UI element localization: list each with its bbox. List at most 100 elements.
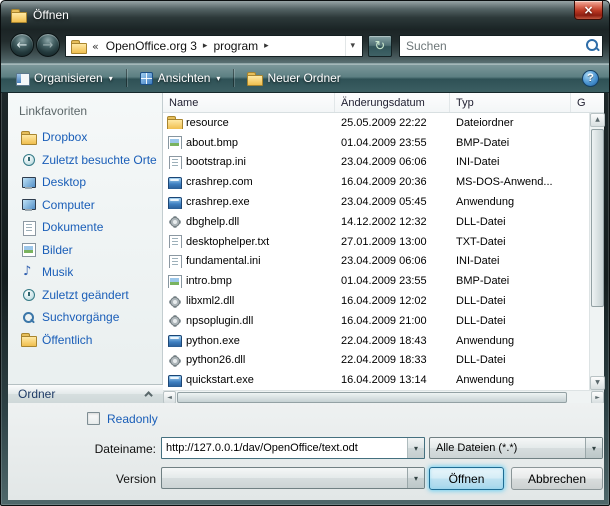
file-date: 14.12.2002 12:32 bbox=[335, 216, 450, 228]
filename-dropdown-button[interactable]: ▾ bbox=[407, 438, 424, 458]
file-date: 25.05.2009 22:22 bbox=[335, 117, 450, 129]
file-type: INI-Datei bbox=[450, 156, 571, 168]
organize-icon bbox=[15, 72, 29, 85]
folder-icon[interactable] bbox=[71, 40, 86, 53]
scroll-down-button[interactable]: ▼ bbox=[590, 376, 605, 390]
horizontal-scrollbar[interactable]: ◄ ► bbox=[163, 390, 604, 403]
table-row[interactable]: dbghelp.dll 14.12.2002 12:32 DLL-Datei bbox=[163, 212, 589, 232]
cancel-button[interactable]: Abbrechen bbox=[511, 467, 603, 490]
titlebar[interactable]: Öffnen × bbox=[1, 1, 609, 29]
filetype-combobox[interactable]: Alle Dateien (*.*) ▾ bbox=[429, 437, 603, 459]
dll-file-icon bbox=[167, 354, 182, 367]
open-button[interactable]: Öffnen bbox=[429, 467, 504, 490]
filename-combobox[interactable]: ▾ bbox=[161, 437, 425, 459]
table-row[interactable]: fundamental.ini 23.04.2009 06:06 INI-Dat… bbox=[163, 252, 589, 272]
file-date: 23.04.2009 06:06 bbox=[335, 255, 450, 267]
scroll-up-button[interactable]: ▲ bbox=[590, 113, 605, 127]
column-header-date[interactable]: Änderungsdatum bbox=[335, 93, 450, 112]
breadcrumb-item-program[interactable]: program bbox=[209, 39, 262, 53]
sidebar-item-music[interactable]: Musik bbox=[8, 261, 163, 284]
table-row[interactable]: quickstart.exe 16.04.2009 13:14 Anwendun… bbox=[163, 370, 589, 390]
sidebar-item-label: Bilder bbox=[42, 243, 73, 257]
sidebar-item-public[interactable]: Öffentlich bbox=[8, 329, 163, 352]
column-header-size[interactable]: G bbox=[571, 93, 604, 112]
sidebar-item-computer[interactable]: Computer bbox=[8, 194, 163, 217]
version-dropdown-button[interactable]: ▾ bbox=[407, 468, 424, 488]
search-input[interactable] bbox=[400, 39, 584, 53]
folder-icon bbox=[21, 131, 36, 144]
close-button[interactable]: × bbox=[574, 1, 603, 20]
table-row[interactable]: intro.bmp 01.04.2009 23:55 BMP-Datei bbox=[163, 271, 589, 291]
searches-icon bbox=[21, 311, 36, 324]
refresh-button[interactable]: ↻ bbox=[368, 35, 392, 57]
table-row[interactable]: python26.dll 22.04.2009 18:33 DLL-Datei bbox=[163, 351, 589, 371]
table-row[interactable]: python.exe 22.04.2009 18:43 Anwendung bbox=[163, 331, 589, 351]
sidebar-item-desktop[interactable]: Desktop bbox=[8, 171, 163, 194]
version-combobox[interactable]: ▾ bbox=[161, 467, 425, 489]
sidebar-item-documents[interactable]: Dokumente bbox=[8, 216, 163, 239]
help-button[interactable]: ? bbox=[582, 70, 599, 87]
sidebar-item-recently-changed[interactable]: Zuletzt geändert bbox=[8, 284, 163, 307]
window-icon[interactable] bbox=[11, 9, 26, 22]
vertical-scrollbar[interactable]: ▲ ▼ bbox=[589, 113, 604, 390]
address-dropdown-icon[interactable]: ▾ bbox=[345, 36, 359, 56]
search-icon[interactable] bbox=[584, 38, 602, 54]
breadcrumb-overflow-chevron[interactable]: « bbox=[89, 40, 102, 53]
computer-icon bbox=[21, 198, 36, 211]
filename-input[interactable] bbox=[162, 438, 407, 458]
toolbar-separator bbox=[126, 69, 127, 87]
file-name: intro.bmp bbox=[186, 275, 232, 287]
sidebar-item-dropbox[interactable]: Dropbox bbox=[8, 126, 163, 149]
sidebar-item-label: Musik bbox=[42, 265, 73, 279]
cancel-button-label: Abbrechen bbox=[528, 472, 586, 486]
ini-file-icon bbox=[167, 255, 182, 268]
file-name: desktophelper.txt bbox=[186, 236, 269, 248]
organize-button[interactable]: Organisieren ▾ bbox=[9, 67, 119, 89]
sidebar-item-recent-places[interactable]: Zuletzt besuchte Orte bbox=[8, 149, 163, 172]
forward-button[interactable]: → bbox=[36, 33, 60, 57]
readonly-label[interactable]: Readonly bbox=[107, 412, 158, 426]
table-row[interactable]: npsoplugin.dll 16.04.2009 21:00 DLL-Date… bbox=[163, 311, 589, 331]
table-row[interactable]: bootstrap.ini 23.04.2009 06:06 INI-Datei bbox=[163, 153, 589, 173]
new-folder-icon bbox=[247, 72, 262, 85]
breadcrumb-separator-icon[interactable]: ▸ bbox=[201, 41, 210, 51]
window-title: Öffnen bbox=[33, 8, 69, 22]
search-box[interactable] bbox=[399, 35, 603, 57]
filetype-value: Alle Dateien (*.*) bbox=[430, 438, 585, 458]
breadcrumb-item-openoffice[interactable]: OpenOffice.org 3 bbox=[102, 39, 201, 53]
new-folder-button[interactable]: Neuer Ordner bbox=[241, 67, 346, 89]
breadcrumb-separator-icon[interactable]: ▸ bbox=[262, 41, 271, 51]
desktop-icon bbox=[21, 176, 36, 189]
close-icon: × bbox=[583, 4, 593, 16]
sidebar-item-pictures[interactable]: Bilder bbox=[8, 239, 163, 262]
file-type: Anwendung bbox=[450, 196, 571, 208]
table-row[interactable]: about.bmp 01.04.2009 23:55 BMP-Datei bbox=[163, 133, 589, 153]
column-header-type[interactable]: Typ bbox=[450, 93, 571, 112]
table-row[interactable]: crashrep.exe 23.04.2009 05:45 Anwendung bbox=[163, 192, 589, 212]
table-row[interactable]: desktophelper.txt 27.01.2009 13:00 TXT-D… bbox=[163, 232, 589, 252]
sidebar-item-label: Öffentlich bbox=[42, 333, 92, 347]
readonly-checkbox[interactable] bbox=[87, 412, 100, 425]
vertical-scroll-thumb[interactable] bbox=[591, 129, 604, 307]
table-row[interactable]: resource 25.05.2009 22:22 Dateiordner bbox=[163, 113, 589, 133]
file-type: BMP-Datei bbox=[450, 275, 571, 287]
file-date: 16.04.2009 12:02 bbox=[335, 295, 450, 307]
column-header-name[interactable]: Name bbox=[163, 93, 335, 112]
horizontal-scroll-thumb[interactable] bbox=[177, 392, 567, 403]
toolbar-separator bbox=[233, 69, 234, 87]
music-icon bbox=[21, 266, 36, 279]
folders-expander[interactable]: Ordner bbox=[8, 384, 163, 403]
back-button[interactable]: ← bbox=[10, 33, 34, 57]
views-button[interactable]: Ansichten ▾ bbox=[134, 67, 227, 89]
chevron-down-icon: ▾ bbox=[592, 444, 596, 453]
help-icon: ? bbox=[587, 73, 594, 84]
table-row[interactable]: libxml2.dll 16.04.2009 12:02 DLL-Datei bbox=[163, 291, 589, 311]
breadcrumb[interactable]: « OpenOffice.org 3 ▸ program ▸ ▾ bbox=[65, 35, 363, 57]
filetype-dropdown-button[interactable]: ▾ bbox=[585, 438, 602, 458]
bmp-file-icon bbox=[167, 275, 182, 288]
table-row[interactable]: crashrep.com 16.04.2009 20:36 MS-DOS-Anw… bbox=[163, 172, 589, 192]
file-name: python26.dll bbox=[186, 354, 245, 366]
organize-label: Organisieren bbox=[34, 71, 103, 85]
file-date: 23.04.2009 06:06 bbox=[335, 156, 450, 168]
sidebar-item-searches[interactable]: Suchvorgänge bbox=[8, 306, 163, 329]
